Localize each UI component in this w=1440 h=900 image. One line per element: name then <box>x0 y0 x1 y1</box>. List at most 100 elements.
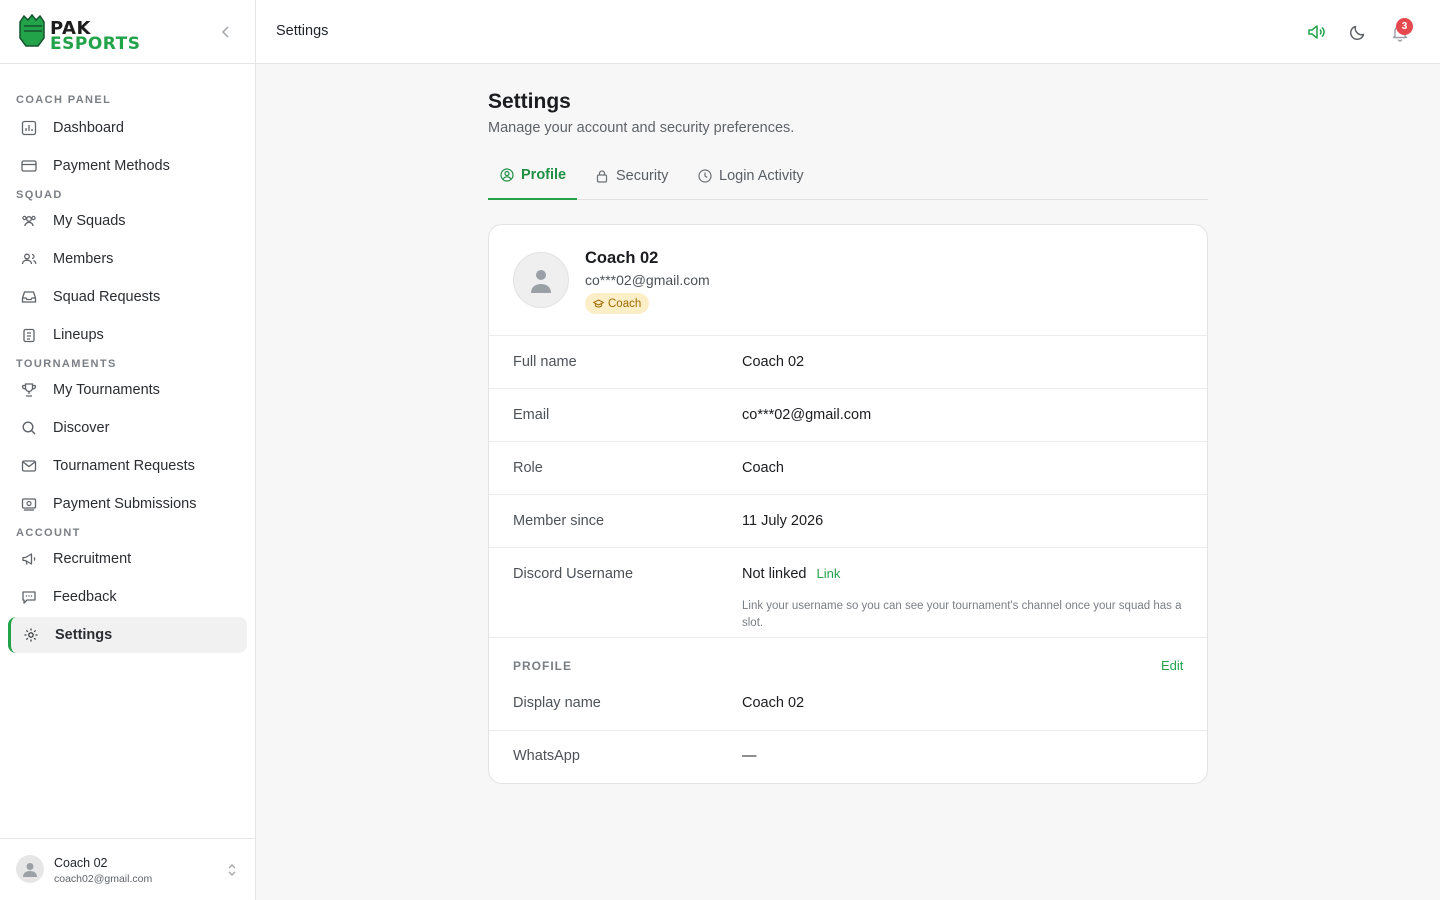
profile-email: co***02@gmail.com <box>585 272 710 288</box>
sidebar-item-label: Squad Requests <box>53 289 161 305</box>
speaker-icon <box>1308 25 1325 39</box>
lock-icon <box>594 169 609 184</box>
field-value: Not linked Link <box>742 566 840 582</box>
page-subtitle: Manage your account and security prefere… <box>488 120 795 136</box>
field-value: Coach 02 <box>742 354 805 370</box>
sidebar-header: PAK ESPORTS <box>0 0 255 64</box>
page-title: Settings <box>488 90 571 113</box>
settings-tabs: Profile Security Login Activity <box>488 152 1208 200</box>
sidebar-item-discover[interactable]: Discover <box>8 410 247 446</box>
theme-toggle-button[interactable] <box>1346 20 1370 44</box>
field-label: Member since <box>513 513 605 529</box>
field-value: Coach 02 <box>742 695 805 711</box>
section-label-profile: PROFILE <box>513 659 573 673</box>
sidebar-item-members[interactable]: Members <box>8 241 247 277</box>
profile-name: Coach 02 <box>585 249 659 267</box>
field-row-member-since: Member since 11 July 2026 <box>489 495 1207 548</box>
edit-profile-button[interactable]: Edit <box>1161 658 1183 673</box>
sidebar-item-squad-requests[interactable]: Squad Requests <box>8 279 247 315</box>
collapse-sidebar-button[interactable] <box>216 22 236 42</box>
discord-hint: Link your username so you can see your t… <box>742 600 1182 629</box>
gear-icon <box>22 626 40 644</box>
profile-header: Coach 02 co***02@gmail.com Coach <box>489 225 1207 336</box>
field-row-email: Email co***02@gmail.com <box>489 389 1207 442</box>
sidebar-item-label: Recruitment <box>53 551 132 567</box>
sidebar-item-label: Dashboard <box>53 120 124 136</box>
sidebar-item-label: Discover <box>53 420 110 436</box>
search-icon <box>20 419 38 437</box>
sidebar-item-label: Feedback <box>53 589 117 605</box>
sidebar-item-recruitment[interactable]: Recruitment <box>8 541 247 577</box>
role-badge: Coach <box>585 293 650 314</box>
banknote-icon <box>20 495 38 513</box>
brand-logo[interactable]: PAK ESPORTS <box>16 12 154 53</box>
trophy-icon <box>20 381 38 399</box>
sidebar-item-label: My Squads <box>53 213 126 229</box>
fist-icon <box>19 13 45 47</box>
sidebar-item-dashboard[interactable]: Dashboard <box>8 110 247 146</box>
field-row-full-name: Full name Coach 02 <box>489 336 1207 389</box>
link-discord-button[interactable]: Link <box>817 566 841 581</box>
avatar <box>16 855 44 883</box>
sidebar-item-label: Settings <box>55 627 113 643</box>
megaphone-icon <box>20 550 38 568</box>
section-coach-panel: COACH PANEL <box>16 94 112 106</box>
users-icon <box>20 250 38 268</box>
section-account: ACCOUNT <box>16 527 81 539</box>
user-menu[interactable]: Coach 02 coach02@gmail.com <box>0 838 255 900</box>
discord-status: Not linked <box>742 566 807 582</box>
sidebar-item-label: Payment Methods <box>53 158 170 174</box>
user-name: Coach 02 <box>54 856 108 870</box>
tab-profile[interactable]: Profile <box>488 152 577 200</box>
sound-toggle-button[interactable] <box>1304 20 1328 44</box>
sidebar-item-label: Members <box>53 251 114 267</box>
tab-security[interactable]: Security <box>594 152 668 200</box>
field-value: 11 July 2026 <box>742 513 824 529</box>
inbox-icon <box>20 288 38 306</box>
credit-card-icon <box>20 157 38 175</box>
field-row-role: Role Coach <box>489 442 1207 495</box>
field-label: Role <box>513 460 543 476</box>
sidebar-item-my-squads[interactable]: My Squads <box>8 203 247 239</box>
section-tournaments: TOURNAMENTS <box>16 358 117 370</box>
bar-chart-icon <box>20 119 38 137</box>
profile-card: Coach 02 co***02@gmail.com Coach Full na… <box>488 224 1208 784</box>
sidebar-item-feedback[interactable]: Feedback <box>8 579 247 615</box>
sidebar: PAK ESPORTS COACH PANEL Dashboard Paymen… <box>0 0 256 900</box>
tab-label: Profile <box>521 167 567 183</box>
sidebar-item-my-tournaments[interactable]: My Tournaments <box>8 372 247 408</box>
user-circle-icon <box>500 168 514 183</box>
sidebar-item-settings[interactable]: Settings <box>8 617 247 653</box>
clipboard-icon <box>20 326 38 344</box>
avatar <box>513 252 569 308</box>
tab-login-activity[interactable]: Login Activity <box>697 152 804 200</box>
section-squad: SQUAD <box>16 189 63 201</box>
top-bar: Settings 3 <box>256 0 1440 64</box>
user-email: coach02@gmail.com <box>54 873 153 885</box>
sidebar-item-label: Tournament Requests <box>53 458 195 474</box>
sidebar-item-payment-methods[interactable]: Payment Methods <box>8 148 247 184</box>
user-icon <box>23 863 37 877</box>
field-value: Coach <box>742 460 784 476</box>
sidebar-item-tournament-requests[interactable]: Tournament Requests <box>8 448 247 484</box>
field-value: — <box>742 748 757 764</box>
field-label: Display name <box>513 695 601 711</box>
field-row-discord: Discord Username Not linked Link Link yo… <box>489 548 1207 638</box>
sidebar-item-label: Lineups <box>53 327 104 343</box>
field-row-whatsapp: WhatsApp — <box>489 731 1207 783</box>
sidebar-item-payment-submissions[interactable]: Payment Submissions <box>8 486 247 522</box>
field-value: co***02@gmail.com <box>742 407 872 423</box>
field-label: Discord Username <box>513 566 634 582</box>
page-breadcrumb: Settings <box>276 23 329 39</box>
clock-icon <box>697 169 712 184</box>
chevron-up-down-icon <box>226 863 238 877</box>
notification-badge: 3 <box>1396 18 1413 35</box>
field-label: Full name <box>513 354 577 370</box>
users-group-icon <box>20 212 38 230</box>
moon-icon <box>1349 25 1365 41</box>
field-label: Email <box>513 407 550 423</box>
sidebar-item-label: My Tournaments <box>53 382 160 398</box>
role-badge-label: Coach <box>608 297 642 310</box>
sidebar-item-label: Payment Submissions <box>53 496 197 512</box>
sidebar-item-lineups[interactable]: Lineups <box>8 317 247 353</box>
